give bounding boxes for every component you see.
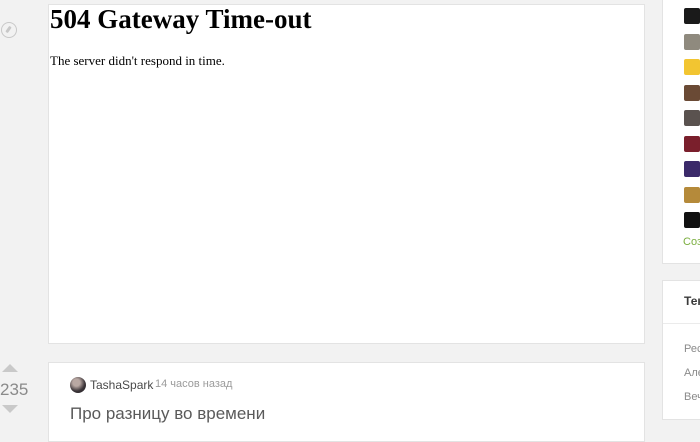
compass-icon[interactable] <box>1 22 17 38</box>
community-avatar-7[interactable] <box>684 161 700 177</box>
error-frame: 504 Gateway Time-out The server didn't r… <box>48 4 645 344</box>
community-avatar-5[interactable] <box>684 110 700 126</box>
community-avatar-4[interactable] <box>684 84 700 101</box>
post-time: 14 часов назад <box>155 378 233 390</box>
community-avatar-8[interactable] <box>684 186 700 203</box>
community-avatar-6[interactable] <box>684 135 700 152</box>
post-title[interactable]: Про разницу во времени <box>70 404 265 424</box>
sidebar-section-title: Тек <box>684 294 700 308</box>
community-avatar-9[interactable] <box>684 212 700 228</box>
sidebar-section: Тек Рес Але Веч <box>662 280 700 420</box>
vote-count: 235 <box>0 380 29 399</box>
community-avatar-3[interactable] <box>684 59 700 75</box>
sidebar-item[interactable]: Але <box>684 367 700 379</box>
community-avatar-1[interactable] <box>684 8 700 24</box>
create-community-link[interactable]: Соз <box>683 236 700 248</box>
sidebar-item[interactable]: Веч <box>684 391 700 403</box>
community-avatar-2[interactable] <box>684 33 700 50</box>
downvote-icon[interactable] <box>2 405 18 413</box>
post-card: TashaSpark 14 часов назад Про разницу во… <box>48 362 645 442</box>
upvote-icon[interactable] <box>2 364 18 372</box>
sidebar-item[interactable]: Рес <box>684 343 700 355</box>
error-title: 504 Gateway Time-out <box>50 4 312 34</box>
communities-panel: Соз <box>662 0 700 264</box>
error-message: The server didn't respond in time. <box>50 53 225 68</box>
author-name[interactable]: TashaSpark <box>90 378 153 392</box>
author-avatar[interactable] <box>70 377 86 393</box>
divider <box>663 323 700 324</box>
